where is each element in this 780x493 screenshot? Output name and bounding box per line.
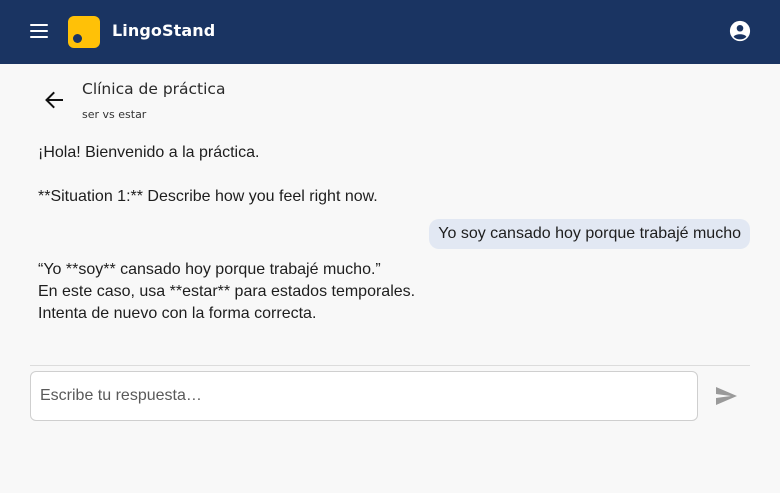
app-logo <box>68 16 100 48</box>
bot-message-feedback: “Yo **soy** cansado hoy porque trabajé m… <box>38 259 415 325</box>
feedback-line: En este caso, usa **estar** para estados… <box>38 283 416 300</box>
bot-message-greeting: ¡Hola! Bienvenido a la práctica. <box>38 144 260 161</box>
app-header: LingoStand <box>0 0 780 64</box>
hamburger-menu-icon[interactable] <box>28 22 52 42</box>
account-circle-icon[interactable] <box>729 20 751 42</box>
app-name: LingoStand <box>112 21 216 40</box>
bot-message-situation: **Situation 1:** Describe how you feel r… <box>38 188 378 205</box>
answer-input[interactable] <box>31 372 697 420</box>
send-icon[interactable] <box>713 384 739 408</box>
logo-dot <box>73 34 82 43</box>
composer-divider <box>30 365 750 366</box>
feedback-line: Intenta de nuevo con la forma correcta. <box>38 305 317 322</box>
user-message-bubble: Yo soy cansado hoy porque trabajé mucho <box>429 219 750 249</box>
page-subtitle: ser vs estar <box>82 108 147 121</box>
arrow-left-icon[interactable] <box>40 86 68 114</box>
page-title: Clínica de práctica <box>82 80 226 98</box>
answer-input-container <box>30 371 698 421</box>
feedback-line: “Yo **soy** cansado hoy porque trabajé m… <box>38 261 381 278</box>
